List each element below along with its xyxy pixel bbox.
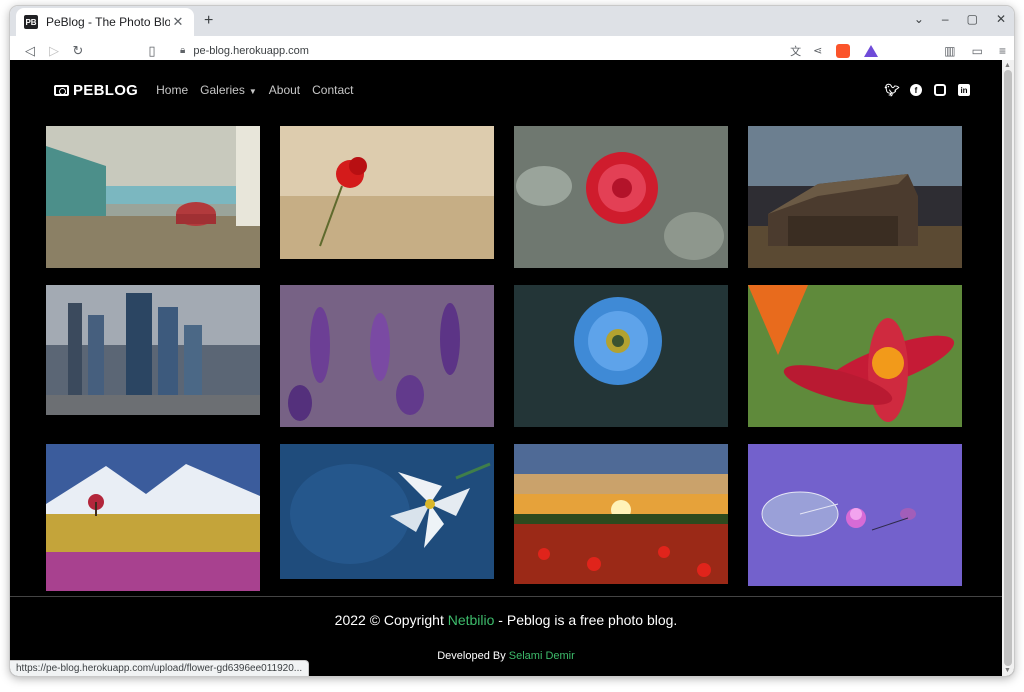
site-brand: PEBLOG [73, 81, 139, 99]
linkedin-icon[interactable]: in [958, 84, 970, 96]
caret-down-icon: ▼ [248, 87, 257, 96]
sidebar-icon[interactable]: ▥ [944, 44, 955, 58]
instagram-icon[interactable] [934, 84, 946, 96]
wallet-icon[interactable]: ▭ [972, 44, 983, 58]
tab-search-icon[interactable]: ⌄ [914, 12, 924, 26]
forward-button[interactable]: ▷ [42, 43, 66, 59]
page-viewport: PEBLOG Home Galeries ▼ About Contact 🐦︎ f… [10, 60, 1014, 676]
share-icon[interactable]: ⋖ [813, 44, 822, 57]
lock-icon: 🔒︎ [180, 45, 186, 56]
address-url: pe-blog.herokuapp.com [193, 44, 309, 57]
facebook-icon[interactable]: f [910, 84, 922, 96]
photo-lotus-lily-pad[interactable] [748, 444, 962, 586]
photo-sunset-poppy-field[interactable] [514, 444, 728, 584]
photo-snow-mountain-meadow[interactable] [46, 444, 260, 591]
status-bar-url: https://pe-blog.herokuapp.com/upload/flo… [10, 660, 310, 676]
window-controls: ⌄ – ▢ ✕ [914, 12, 1006, 26]
browser-tab[interactable]: PB PeBlog - The Photo Blog ✕ [16, 8, 194, 36]
photo-lavender[interactable] [280, 285, 494, 427]
close-window-button[interactable]: ✕ [996, 12, 1006, 26]
photo-blue-poppy[interactable] [514, 285, 728, 427]
minimize-button[interactable]: – [942, 12, 949, 26]
developer-link[interactable]: Selami Demir [509, 650, 575, 662]
nav-about[interactable]: About [269, 83, 300, 97]
reload-button[interactable]: ↻ [66, 43, 90, 59]
nav-galeries[interactable]: Galeries ▼ [200, 83, 257, 97]
translate-icon[interactable]: 文 [790, 43, 801, 59]
nav-galeries-label: Galeries [200, 83, 245, 97]
copyright-prefix: 2022 © Copyright [334, 612, 448, 628]
photo-red-poppy-wheat[interactable] [280, 126, 494, 259]
camera-icon [54, 84, 69, 96]
scroll-down-icon[interactable]: ▼ [1004, 667, 1011, 674]
favicon-icon: PB [24, 15, 38, 29]
photo-white-lily-blue[interactable] [280, 444, 494, 579]
brave-rewards-icon[interactable] [864, 44, 879, 57]
photo-red-lily[interactable] [748, 285, 962, 427]
photo-old-barn[interactable] [748, 126, 962, 268]
footer-divider [10, 596, 1002, 597]
close-tab-icon[interactable]: ✕ [170, 14, 186, 30]
nav-links: Home Galeries ▼ About Contact [156, 83, 353, 97]
scrollbar-thumb[interactable] [1004, 70, 1012, 666]
site-logo[interactable]: PEBLOG [54, 82, 138, 99]
footer-copyright: 2022 © Copyright Netbilio - Peblog is a … [10, 612, 1002, 628]
tab-title: PeBlog - The Photo Blog [46, 15, 170, 29]
new-tab-button[interactable]: + [204, 12, 213, 30]
company-link[interactable]: Netbilio [448, 612, 495, 628]
bookmark-icon[interactable]: ▯ [140, 43, 164, 59]
social-links: 🐦︎ f in [884, 83, 970, 97]
photo-frozen-red-rose[interactable] [514, 126, 728, 268]
copyright-suffix: - Peblog is a free photo blog. [494, 612, 678, 628]
tab-strip: PB PeBlog - The Photo Blog ✕ + ⌄ – ▢ ✕ [10, 6, 1014, 36]
menu-icon[interactable]: ≡ [999, 44, 1006, 58]
twitter-icon[interactable]: 🐦︎ [884, 83, 899, 97]
nav-contact[interactable]: Contact [312, 83, 353, 97]
maximize-button[interactable]: ▢ [967, 12, 978, 26]
browser-window: PB PeBlog - The Photo Blog ✕ + ⌄ – ▢ ✕ ◁… [10, 6, 1014, 676]
scroll-up-icon[interactable]: ▲ [1004, 62, 1011, 69]
brave-shields-icon[interactable] [836, 43, 851, 58]
developed-prefix: Developed By [437, 650, 509, 662]
photo-city-skyscrapers[interactable] [46, 285, 260, 415]
site-navbar: PEBLOG Home Galeries ▼ About Contact 🐦︎ f… [54, 80, 970, 100]
page-scrollbar[interactable]: ▲ ▼ [1002, 60, 1014, 676]
photo-beetle-car[interactable] [46, 126, 260, 268]
address-bar[interactable]: 🔒︎ pe-blog.herokuapp.com 文 ⋖ [172, 39, 886, 63]
nav-home[interactable]: Home [156, 83, 188, 97]
back-button[interactable]: ◁ [18, 43, 42, 59]
